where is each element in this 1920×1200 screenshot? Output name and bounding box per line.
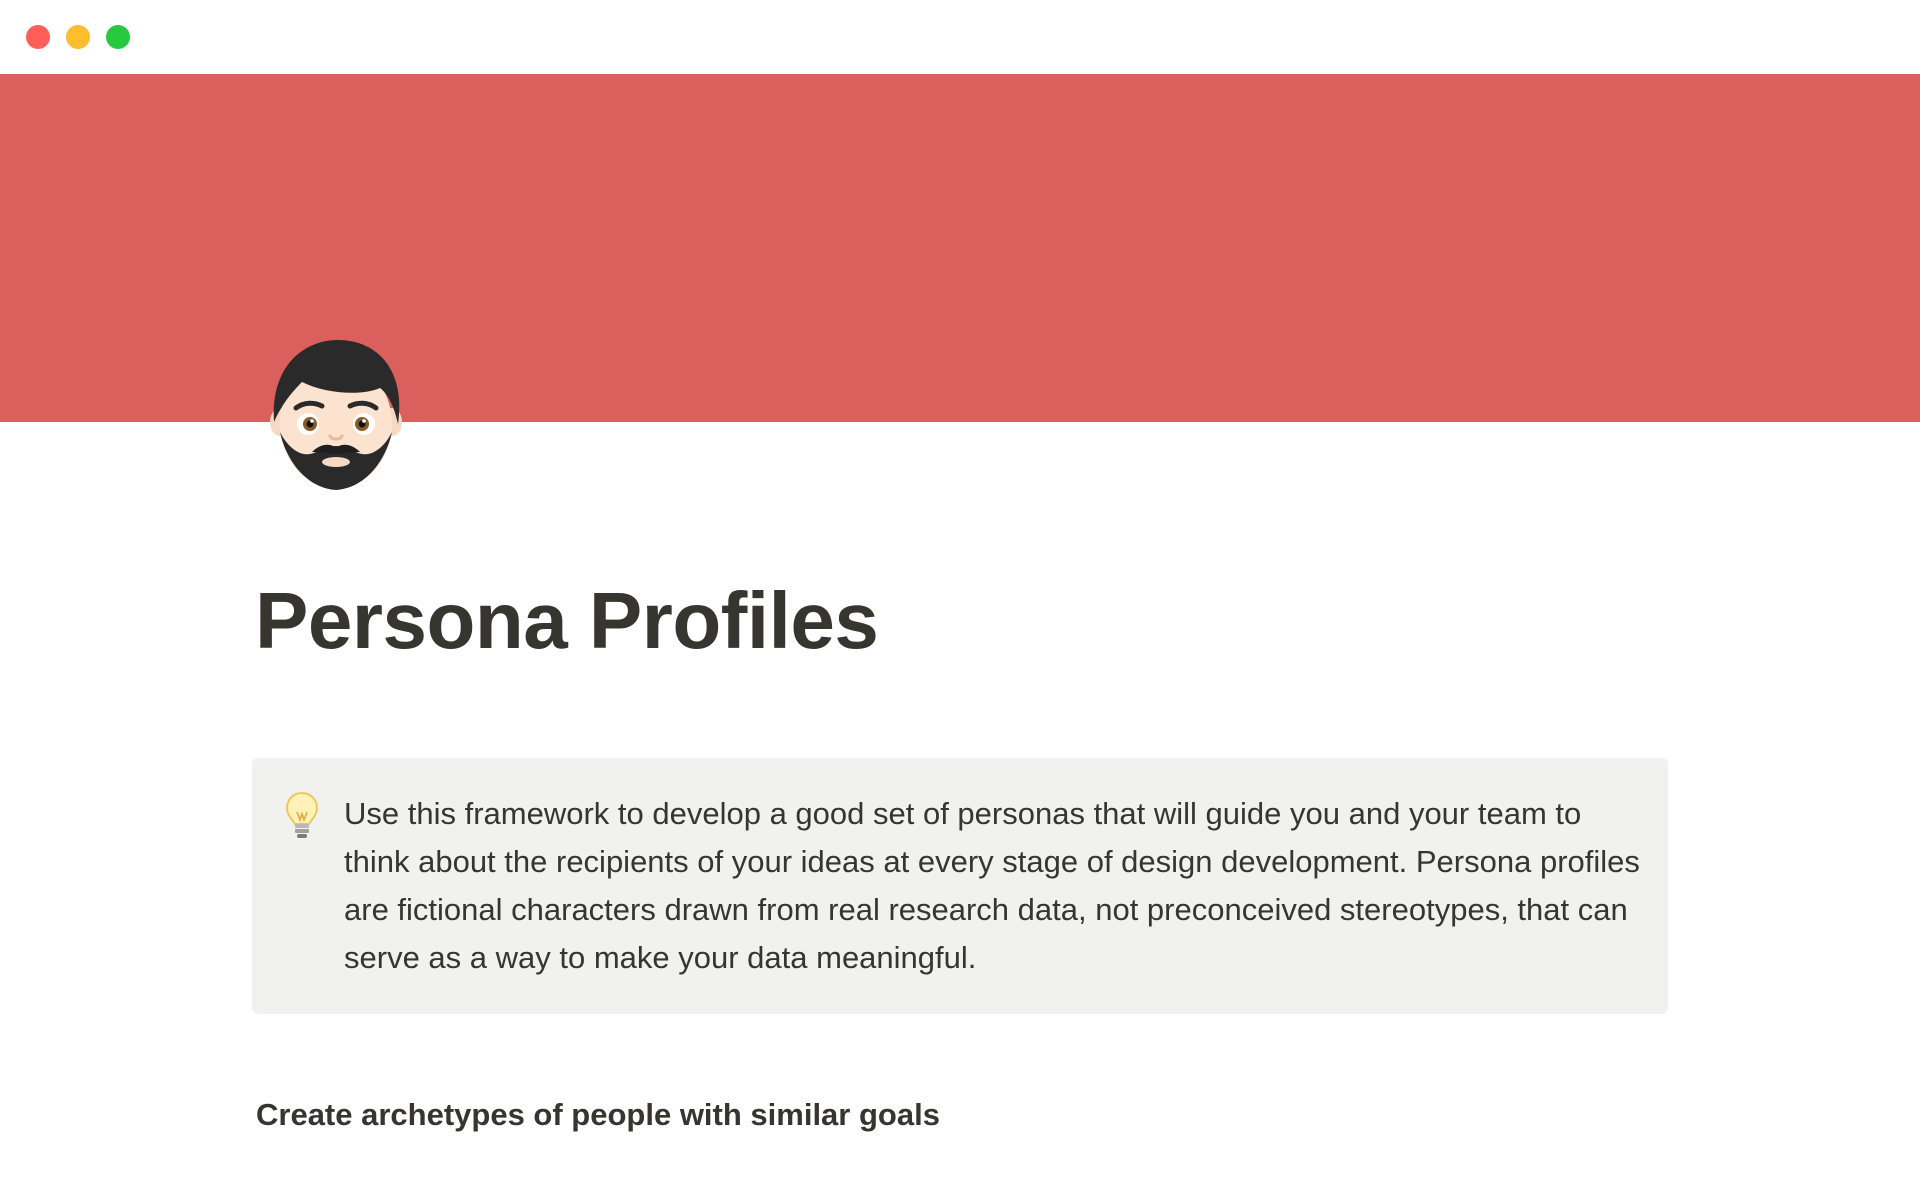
section-heading[interactable]: Create archetypes of people with similar… — [256, 1097, 940, 1133]
page-title[interactable]: Persona Profiles — [255, 575, 879, 667]
window-titlebar — [0, 0, 1920, 74]
window-close-button[interactable] — [26, 25, 50, 49]
window-minimize-button[interactable] — [66, 25, 90, 49]
window-zoom-button[interactable] — [106, 25, 130, 49]
callout-text[interactable]: Use this framework to develop a good set… — [344, 790, 1644, 982]
bearded-man-emoji-icon[interactable] — [266, 336, 406, 496]
callout-block[interactable]: Use this framework to develop a good set… — [252, 758, 1668, 1014]
lightbulb-icon[interactable] — [284, 790, 320, 842]
